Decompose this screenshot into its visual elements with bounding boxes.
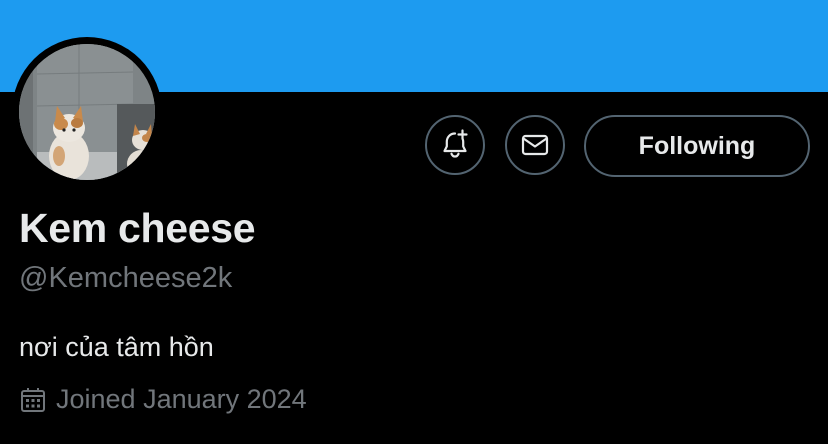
notify-button[interactable] <box>425 115 485 175</box>
avatar[interactable] <box>19 44 155 180</box>
envelope-icon <box>521 134 549 156</box>
display-name: Kem cheese <box>19 205 256 251</box>
username-handle: @Kemcheese2k <box>19 262 233 294</box>
following-button[interactable]: Following <box>584 115 810 177</box>
following-label: Following <box>638 131 756 160</box>
calendar-icon <box>21 387 45 412</box>
profile-bio: nơi của tâm hồn <box>19 332 214 362</box>
cat-photo-avatar-image <box>19 44 155 180</box>
bell-plus-icon <box>443 129 468 158</box>
joined-date: Joined January 2024 <box>19 384 307 415</box>
message-button[interactable] <box>505 115 565 175</box>
joined-label: Joined January 2024 <box>56 384 307 414</box>
